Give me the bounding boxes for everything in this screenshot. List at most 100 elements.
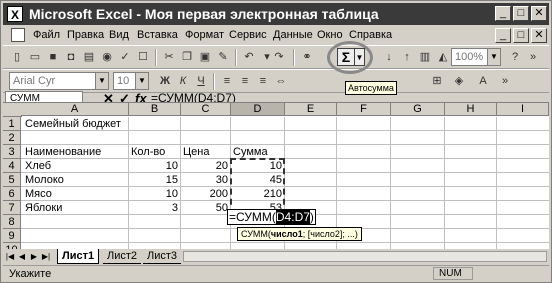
merge-center-icon[interactable]: ⇔ [273,73,289,89]
first-sheet-icon[interactable]: |◀ [5,251,15,262]
hyperlink-icon[interactable]: ⚭ [299,49,315,65]
doc-restore-button[interactable]: □ [513,28,529,43]
new-icon[interactable]: ▯ [9,49,25,65]
sort-ascending-icon[interactable]: ↓ [381,49,397,65]
sheet-tab-1[interactable]: Лист1 [57,249,100,264]
cell-d8-editor[interactable]: =СУММ(D4:D7) [227,209,316,225]
toolbar-options-icon[interactable]: » [525,49,541,65]
permission-icon[interactable]: ◘ [63,49,79,65]
row-header-7[interactable]: 7 [3,201,21,215]
cell-c3-header[interactable]: Цена [183,145,209,159]
cell-c5[interactable]: 30 [181,173,228,187]
menu-tools[interactable]: Сервис [229,29,267,41]
borders-icon[interactable]: ⊞ [429,73,445,89]
chart-wizard-icon[interactable]: ▥ [417,49,433,65]
copy-icon[interactable]: ❐ [179,49,195,65]
row-header-2[interactable]: 2 [3,131,21,145]
cell-b4[interactable]: 10 [129,159,178,173]
cell-a7[interactable]: Яблоки [25,201,62,215]
autosum-dropdown-icon[interactable]: ▼ [355,48,365,66]
doc-minimize-button[interactable]: _ [495,28,511,43]
cell-a3-header[interactable]: Наименование [25,145,101,159]
redo-icon[interactable]: ↷ [271,49,287,65]
column-header-e[interactable]: E [285,103,337,116]
sort-descending-icon[interactable]: ↑ [399,49,415,65]
align-left-icon[interactable]: ≡ [219,73,235,89]
document-icon[interactable] [11,28,25,42]
research-icon[interactable]: ☐ [135,49,151,65]
minimize-button[interactable]: _ [495,6,511,21]
last-sheet-icon[interactable]: ▶| [41,251,51,262]
column-header-i[interactable]: I [497,103,549,116]
menu-view[interactable]: Вид [109,29,129,41]
menu-insert[interactable]: Вставка [137,29,178,41]
row-header-1[interactable]: 1 [3,117,21,131]
excel-app-icon[interactable]: X [7,6,23,22]
format-painter-icon[interactable]: ✎ [215,49,231,65]
row-header-9[interactable]: 9 [3,229,21,243]
row-header-5[interactable]: 5 [3,173,21,187]
font-color-icon[interactable]: A [475,73,491,89]
open-icon[interactable]: ▭ [27,49,43,65]
column-header-b[interactable]: B [129,103,181,116]
spelling-icon[interactable]: ✓ [117,49,133,65]
italic-icon[interactable]: К [175,73,191,89]
print-preview-icon[interactable]: ◉ [99,49,115,65]
bold-icon[interactable]: Ж [157,73,173,89]
menu-format[interactable]: Формат [185,29,224,41]
cell-a5[interactable]: Молоко [25,173,64,187]
undo-icon[interactable]: ↶ [241,49,257,65]
cell-c6[interactable]: 200 [181,187,228,201]
sheet-tab-2[interactable]: Лист2 [103,249,142,264]
font-name-select[interactable]: Arial Cyr ▼ [9,72,109,90]
font-size-select[interactable]: 10 ▼ [113,72,149,90]
select-all-corner[interactable] [3,103,22,117]
cut-icon[interactable]: ✂ [161,49,177,65]
close-button[interactable]: ✕ [531,6,547,21]
column-header-f[interactable]: F [337,103,391,116]
underline-icon[interactable]: Ч [193,73,209,89]
save-icon[interactable]: ■ [45,49,61,65]
cell-b5[interactable]: 15 [129,173,178,187]
row-header-8[interactable]: 8 [3,215,21,229]
menu-edit[interactable]: Правка [67,29,104,41]
cell-b7[interactable]: 3 [129,201,178,215]
argtip-current-arg[interactable]: число1 [271,229,303,239]
drawing-icon[interactable]: ◭ [435,49,451,65]
menu-data[interactable]: Данные [273,29,313,41]
align-center-icon[interactable]: ≡ [237,73,253,89]
cell-c7[interactable]: 50 [181,201,228,215]
sheet-tab-3[interactable]: Лист3 [143,249,182,264]
doc-close-button[interactable]: ✕ [531,28,547,43]
menu-help[interactable]: Справка [349,29,392,41]
maximize-button[interactable]: □ [513,6,529,21]
next-sheet-icon[interactable]: ▶ [29,251,39,262]
cell-b6[interactable]: 10 [129,187,178,201]
menu-file[interactable]: Файл [33,29,60,41]
cell-b3-header[interactable]: Кол-во [131,145,165,159]
cell-a4[interactable]: Хлеб [25,159,51,173]
column-header-a[interactable]: A [21,103,129,116]
prev-sheet-icon[interactable]: ◀ [17,251,27,262]
autosum-button[interactable]: Σ [337,48,355,66]
column-header-c[interactable]: C [181,103,231,116]
toolbar-options-icon[interactable]: » [497,73,513,89]
chevron-down-icon[interactable]: ▼ [95,73,108,89]
column-header-d[interactable]: D [231,103,285,116]
fill-color-icon[interactable]: ◈ [451,73,467,89]
menu-window[interactable]: Окно [317,29,343,41]
row-header-4[interactable]: 4 [3,159,21,173]
align-right-icon[interactable]: ≡ [255,73,271,89]
print-icon[interactable]: ▤ [81,49,97,65]
help-icon[interactable]: ? [507,49,523,65]
chevron-down-icon[interactable]: ▼ [487,49,500,65]
column-header-h[interactable]: H [445,103,497,116]
cell-c4[interactable]: 20 [181,159,228,173]
column-header-g[interactable]: G [391,103,445,116]
chevron-down-icon[interactable]: ▼ [135,73,148,89]
horizontal-scrollbar[interactable] [183,251,547,262]
cell-a6[interactable]: Мясо [25,187,52,201]
cell-a1-title[interactable]: Семейный бюджет [25,117,121,131]
paste-icon[interactable]: ▣ [197,49,213,65]
row-header-6[interactable]: 6 [3,187,21,201]
